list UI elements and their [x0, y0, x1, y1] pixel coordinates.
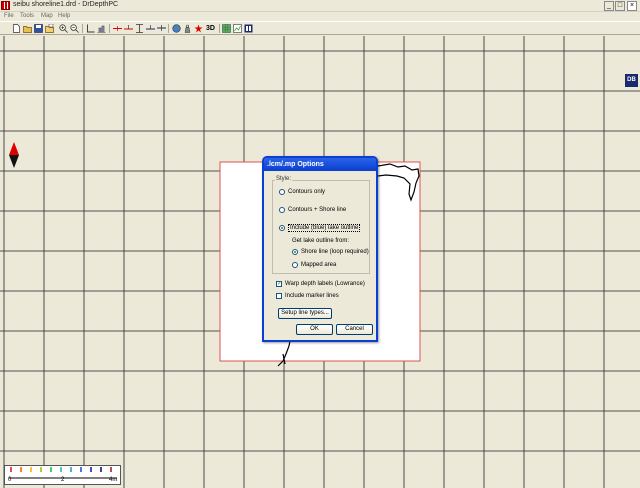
radio-outline-mapped[interactable] [292, 262, 298, 268]
db-icon[interactable] [244, 24, 253, 33]
title-bar: seibu shoreline1.drd - DrDepthPC _ □ × [0, 0, 640, 12]
option-label: Include (blue) lake outline [288, 224, 361, 232]
checkbox-label: Include marker lines [285, 293, 339, 299]
menu-bar: File Tools Map Help [0, 12, 640, 21]
checkbox-label: Warp depth labels (Lowrance) [285, 281, 365, 287]
red-star-icon[interactable] [194, 24, 203, 33]
zoom-in-icon[interactable] [59, 24, 68, 33]
outline-heading: Get lake outline from: [292, 238, 350, 244]
option-include-lake-outline[interactable]: Include (blue) lake outline [279, 224, 361, 232]
green-grid-icon[interactable] [222, 24, 231, 33]
style-legend: Style: [275, 176, 293, 182]
compass-icon [9, 142, 19, 168]
checkbox-marker-lines[interactable]: Include marker lines [276, 293, 339, 299]
ok-button[interactable]: OK [296, 324, 333, 335]
radio-include-lake-outline[interactable] [279, 225, 285, 231]
menu-help[interactable]: Help [58, 13, 70, 19]
scale-label-start: 0 [8, 477, 12, 483]
scale-label-mid: 2 [61, 477, 65, 483]
menu-file[interactable]: File [4, 13, 14, 19]
scale-label-end: 4m [109, 477, 118, 483]
menu-tools[interactable]: Tools [20, 13, 34, 19]
weight-icon[interactable] [183, 24, 192, 33]
window-title: seibu shoreline1.drd - DrDepthPC [13, 1, 119, 8]
new-file-icon[interactable] [12, 24, 21, 33]
menu-map[interactable]: Map [41, 13, 53, 19]
checkmark-icon[interactable]: ✓ [276, 281, 282, 287]
blue-line-icon-3[interactable] [157, 24, 166, 33]
open-folder-icon[interactable] [23, 24, 32, 33]
save-icon[interactable] [34, 24, 43, 33]
lcm-mp-options-dialog: .lcm/.mp Options Style: Contours only Co… [262, 156, 378, 342]
radio-outline-shore[interactable] [292, 249, 298, 255]
blue-line-icon-2[interactable] [146, 24, 155, 33]
outline-option-mapped[interactable]: Mapped area [292, 262, 336, 268]
dialog-title: .lcm/.mp Options [264, 158, 376, 171]
three-d-label[interactable]: 3D [206, 24, 218, 33]
minimize-button[interactable]: _ [604, 1, 614, 11]
option-label: Contours + Shore line [288, 207, 347, 213]
toolbar-separator [219, 24, 220, 33]
red-line-icon-1[interactable] [113, 24, 122, 33]
toolbar-separator [82, 24, 83, 33]
option-contours-only[interactable]: Contours only [279, 189, 325, 195]
chart-grid-icon[interactable] [233, 24, 242, 33]
blue-line-icon-1[interactable] [135, 24, 144, 33]
app-icon [1, 1, 10, 10]
close-button[interactable]: × [627, 1, 637, 11]
option-label: Shore line (loop required) [301, 249, 369, 255]
open-folder-alt-icon[interactable] [45, 24, 54, 33]
radio-contours-only[interactable] [279, 189, 285, 195]
checkbox-box[interactable] [276, 293, 282, 299]
scale-bar: 0 2 4m [4, 465, 121, 485]
toolbar-separator [168, 24, 169, 33]
outline-option-shore[interactable]: Shore line (loop required) [292, 249, 369, 255]
toolbar: 3D [0, 21, 640, 35]
db-logo: DB [625, 74, 638, 87]
checkbox-warp-depth[interactable]: ✓ Warp depth labels (Lowrance) [276, 281, 365, 287]
depth-axis-icon[interactable] [86, 24, 95, 33]
toolbar-separator [109, 24, 110, 33]
option-label: Contours only [288, 189, 326, 195]
radio-contours-shore[interactable] [279, 207, 285, 213]
option-contours-shore[interactable]: Contours + Shore line [279, 207, 346, 213]
zoom-out-icon[interactable] [70, 24, 79, 33]
maximize-button[interactable]: □ [615, 1, 625, 11]
option-label: Mapped area [301, 262, 337, 268]
red-line-icon-2[interactable] [124, 24, 133, 33]
globe-icon[interactable] [172, 24, 181, 33]
chart-icon[interactable] [97, 24, 106, 33]
setup-line-types-button[interactable]: Setup line types... [278, 308, 332, 319]
cancel-button[interactable]: Cancel [336, 324, 373, 335]
